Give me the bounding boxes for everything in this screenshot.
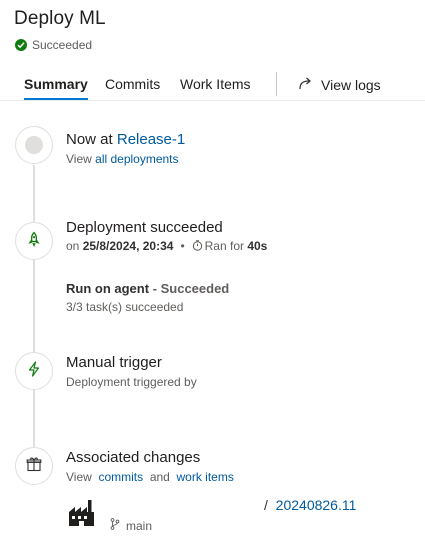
tasks-line: 3/3 task(s) succeeded: [66, 300, 184, 314]
status-text: Succeeded: [32, 38, 93, 52]
ran-duration: 40s: [247, 239, 268, 253]
branch-name: main: [126, 518, 153, 533]
release-sub: View all deployments: [66, 152, 179, 166]
status-row: Succeeded: [15, 38, 92, 52]
agent-label: Run on agent: [66, 281, 150, 296]
build-number-link[interactable]: 20240826.11: [276, 497, 357, 513]
rocket-icon: [26, 231, 42, 252]
tab-summary[interactable]: Summary: [24, 76, 88, 100]
view-prefix: View: [66, 152, 96, 166]
gift-icon: [26, 456, 42, 477]
deployment-on: on: [66, 239, 83, 253]
deployment-meta: on 25/8/2024, 20:34 • Ran for 40s: [66, 239, 267, 254]
changes-sub: View commits and work items: [66, 470, 234, 484]
agent-status: - Succeeded: [149, 281, 230, 296]
share-arrow-icon: [298, 76, 313, 94]
branch-row: main: [110, 518, 152, 533]
work-items-link[interactable]: work items: [177, 470, 234, 484]
changes-and: and: [149, 470, 170, 484]
deployment-node: [15, 222, 53, 260]
ran-prefix: Ran for: [204, 239, 248, 253]
factory-icon: [67, 499, 96, 528]
changes-title: Associated changes: [66, 449, 201, 466]
release-link[interactable]: Release-1: [117, 131, 185, 148]
trigger-node: [15, 352, 53, 390]
timer-icon: [192, 240, 203, 254]
changes-view: View: [66, 470, 92, 484]
commits-link[interactable]: commits: [98, 470, 143, 484]
branch-icon: [110, 518, 120, 533]
release-prefix: Now at: [66, 131, 117, 148]
trigger-title: Manual trigger: [66, 354, 162, 371]
release-node: [15, 126, 53, 164]
view-logs-button[interactable]: View logs: [298, 76, 381, 94]
all-deployments-link[interactable]: all deployments: [95, 152, 178, 166]
build-number-row: / 20240826.11: [264, 497, 356, 513]
tab-commits[interactable]: Commits: [105, 76, 160, 92]
tab-divider: [276, 72, 277, 96]
deployment-title[interactable]: Deployment succeeded: [66, 219, 223, 236]
check-circle-icon: [15, 39, 27, 51]
release-dot-icon: [25, 136, 43, 154]
trigger-sub: Deployment triggered by: [66, 375, 197, 389]
deployment-date: 25/8/2024, 20:34: [82, 239, 174, 253]
build-separator: /: [264, 497, 268, 513]
changes-node: [15, 447, 53, 485]
tab-bar: Summary Commits Work Items View logs: [0, 68, 425, 101]
release-title: Now at Release-1: [66, 131, 185, 148]
agent-line: Run on agent - Succeeded: [66, 281, 229, 296]
lightning-icon: [27, 360, 41, 382]
timeline-line: [33, 165, 35, 465]
view-logs-label: View logs: [321, 77, 381, 93]
tab-work-items[interactable]: Work Items: [180, 76, 251, 92]
meta-separator: •: [180, 239, 185, 253]
pipeline-title: Deploy ML: [14, 8, 106, 29]
